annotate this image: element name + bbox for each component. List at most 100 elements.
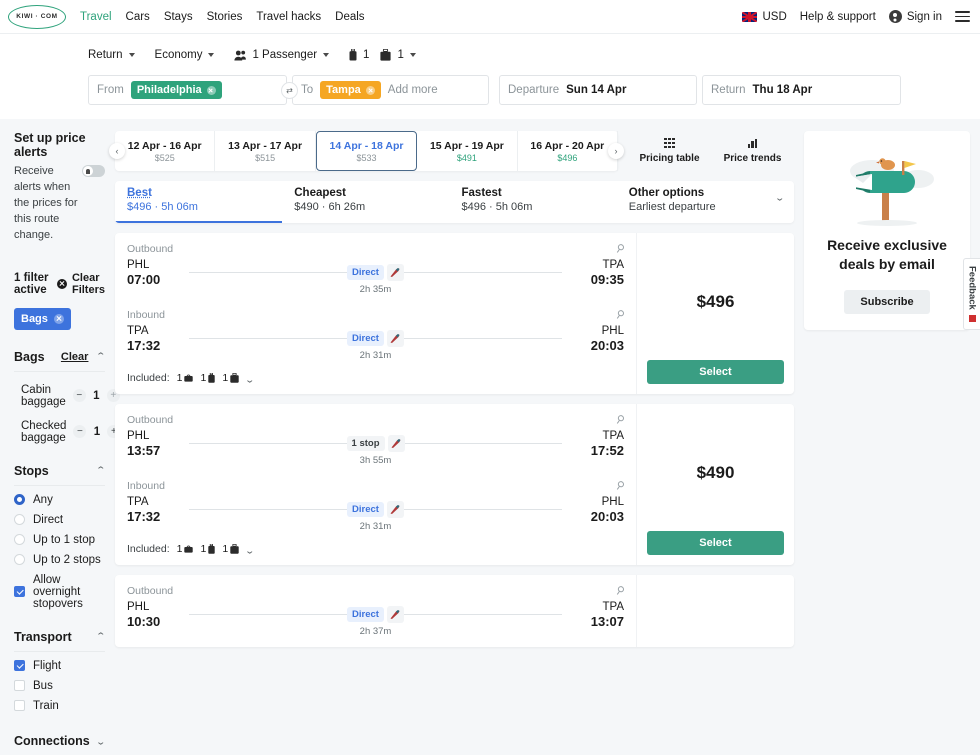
origin-code: PHL xyxy=(127,259,189,271)
pin-icon[interactable]: ⚲ xyxy=(613,583,627,598)
passengers-dropdown[interactable]: 1 Passenger xyxy=(234,49,329,61)
select-button[interactable]: Select xyxy=(647,531,784,555)
sort-tab-best[interactable]: Best $496 · 5h 06m xyxy=(115,181,282,223)
flight-result-card[interactable]: Outbound ⚲ PHL 10:30 Direct xyxy=(115,575,794,647)
filter-section-stops: Stops ⌃ Any Direct Up to 1 stop Up to 2 … xyxy=(14,464,105,610)
personal-item-icon xyxy=(184,374,193,382)
stops-option-direct[interactable]: Direct xyxy=(14,514,105,526)
search-fields-row: From Philadelphia ⇄ To Tampa Add more De… xyxy=(0,75,980,105)
nav-link-stays[interactable]: Stays xyxy=(164,11,193,23)
chevron-down-icon[interactable]: ⌃ xyxy=(245,373,256,384)
date-cell[interactable]: 12 Apr - 16 Apr $525 xyxy=(115,131,215,171)
pin-icon[interactable]: ⚲ xyxy=(613,307,627,322)
connections-section-header: Connections ⌃ xyxy=(14,734,105,755)
airline-logo-icon xyxy=(387,606,404,623)
leg-body: PHL 10:30 Direct 2h 37m xyxy=(127,601,624,637)
sort-tab-cheapest[interactable]: Cheapest $490 · 6h 26m xyxy=(282,181,449,223)
transport-option-train[interactable]: Train xyxy=(14,700,105,712)
leg-duration: 3h 55m xyxy=(360,455,392,466)
hamburger-menu-icon[interactable] xyxy=(955,11,970,22)
search-form: Return Economy 1 Passenger 1 xyxy=(0,34,980,119)
date-range: 13 Apr - 17 Apr xyxy=(228,140,302,152)
origin-code: TPA xyxy=(127,496,189,508)
nav-link-travel-hacks[interactable]: Travel hacks xyxy=(256,11,321,23)
remove-filter-icon[interactable] xyxy=(54,314,64,324)
date-cell[interactable]: 13 Apr - 17 Apr $515 xyxy=(215,131,315,171)
included-baggage-row[interactable]: Included: 1 1 1 ⌃ xyxy=(127,372,624,384)
remove-origin-icon[interactable] xyxy=(207,86,216,95)
stops-option-any[interactable]: Any xyxy=(14,494,105,506)
pricing-table-button[interactable]: Pricing table xyxy=(628,131,711,171)
chevron-down-icon[interactable]: ⌃ xyxy=(245,544,256,555)
price-alerts-toggle[interactable] xyxy=(82,165,105,177)
pin-icon[interactable]: ⚲ xyxy=(613,241,627,256)
sign-in-label: Sign in xyxy=(907,11,942,23)
date-carousel-next[interactable]: › xyxy=(608,143,624,159)
sort-tab-fastest[interactable]: Fastest $496 · 5h 06m xyxy=(450,181,617,223)
cabin-baggage-decrement[interactable]: − xyxy=(73,389,86,402)
bags-clear-button[interactable]: Clear xyxy=(61,351,89,363)
swap-places-button[interactable]: ⇄ xyxy=(281,82,298,99)
date-cell[interactable]: 15 Apr - 19 Apr $491 xyxy=(417,131,517,171)
currency-selector[interactable]: USD xyxy=(742,11,786,23)
bags-dropdown[interactable]: 1 1 xyxy=(349,49,416,61)
pin-icon[interactable]: ⚲ xyxy=(613,412,627,427)
leg-header: Outbound ⚲ xyxy=(127,242,624,255)
sort-tab-other-options[interactable]: Other options Earliest departure ⌃ xyxy=(617,181,794,223)
trip-type-dropdown[interactable]: Return xyxy=(88,49,135,61)
price-trends-button[interactable]: Price trends xyxy=(711,131,794,171)
help-support-link[interactable]: Help & support xyxy=(800,11,876,23)
chevron-down-icon[interactable]: ⌃ xyxy=(96,735,107,746)
checked-baggage-decrement[interactable]: − xyxy=(73,425,86,438)
included-count: 1 xyxy=(222,543,228,555)
departure-date-field[interactable]: Departure Sun 14 Apr xyxy=(499,75,697,105)
route-line: Direct xyxy=(189,330,562,347)
select-button[interactable]: Select xyxy=(647,360,784,384)
nav-link-cars[interactable]: Cars xyxy=(126,11,150,23)
bar-chart-icon xyxy=(748,139,757,148)
chevron-up-icon[interactable]: ⌃ xyxy=(96,465,107,476)
return-date-field[interactable]: Return Thu 18 Apr xyxy=(702,75,901,105)
flight-result-card[interactable]: Outbound ⚲ PHL 07:00 Direct xyxy=(115,233,794,394)
nav-link-deals[interactable]: Deals xyxy=(335,11,364,23)
overnight-stopovers-checkbox[interactable]: Allow overnight stopovers xyxy=(14,574,105,610)
flight-price-panel: $496 Select xyxy=(637,233,794,394)
subscribe-button[interactable]: Subscribe xyxy=(844,290,929,314)
kiwi-logo[interactable]: KIWI · COM xyxy=(8,5,66,29)
flight-result-card[interactable]: Outbound ⚲ PHL 13:57 1 stop xyxy=(115,404,794,565)
add-more-destinations[interactable]: Add more xyxy=(388,84,438,96)
destination-field[interactable]: To Tampa Add more xyxy=(292,75,489,105)
feedback-tab[interactable]: Feedback xyxy=(963,258,980,330)
filter-chip-bags[interactable]: Bags xyxy=(14,308,71,330)
destination-chip[interactable]: Tampa xyxy=(320,81,381,99)
stops-option-up-to-1-stop[interactable]: Up to 1 stop xyxy=(14,534,105,546)
stops-option-label: Up to 1 stop xyxy=(33,534,95,546)
main-nav-links: Travel Cars Stays Stories Travel hacks D… xyxy=(80,11,365,23)
clear-filters-button[interactable]: Clear Filters xyxy=(57,272,105,296)
pin-icon[interactable]: ⚲ xyxy=(613,478,627,493)
sign-in-button[interactable]: Sign in xyxy=(889,10,942,23)
date-cell-selected[interactable]: 14 Apr - 18 Apr $533 xyxy=(316,131,417,171)
origin-field[interactable]: From Philadelphia xyxy=(88,75,287,105)
included-baggage-row[interactable]: Included: 1 1 1 ⌃ xyxy=(127,543,624,555)
chevron-up-icon[interactable]: ⌃ xyxy=(96,631,107,642)
chevron-down-icon[interactable]: ⌃ xyxy=(775,191,786,202)
trip-type-label: Return xyxy=(88,49,123,61)
chevron-up-icon[interactable]: ⌃ xyxy=(96,351,107,362)
remove-destination-icon[interactable] xyxy=(366,86,375,95)
nav-link-stories[interactable]: Stories xyxy=(207,11,243,23)
origin-chip[interactable]: Philadelphia xyxy=(131,81,222,99)
leg-header: Inbound ⚲ xyxy=(127,479,624,492)
date-carousel-prev[interactable]: ‹ xyxy=(109,143,125,159)
sort-tab-label: Best xyxy=(127,187,282,199)
email-subscription-card: Receive exclusive deals by email Subscri… xyxy=(804,131,970,330)
sort-tabs: Best $496 · 5h 06m Cheapest $490 · 6h 26… xyxy=(115,181,794,223)
cabin-class-dropdown[interactable]: Economy xyxy=(155,49,215,61)
stops-option-up-to-2-stops[interactable]: Up to 2 stops xyxy=(14,554,105,566)
nav-link-travel[interactable]: Travel xyxy=(80,11,112,23)
transport-option-bus[interactable]: Bus xyxy=(14,680,105,692)
date-cell[interactable]: 16 Apr - 20 Apr $496 xyxy=(518,131,618,171)
checkbox-icon xyxy=(14,700,25,711)
transport-option-flight[interactable]: Flight xyxy=(14,660,105,672)
included-cabin-bag: 1 xyxy=(200,543,215,555)
